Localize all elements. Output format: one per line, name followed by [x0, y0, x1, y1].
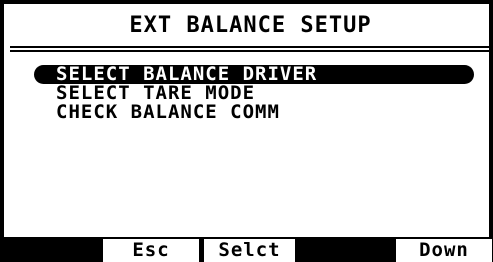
softkey-4[interactable] [300, 239, 391, 262]
screen-title: EXT BALANCE SETUP [129, 13, 372, 38]
menu-item-check-balance-comm[interactable]: CHECK BALANCE COMM [34, 103, 479, 122]
softkey-select[interactable]: Selct [204, 239, 295, 262]
title-divider [10, 46, 491, 52]
softkey-esc[interactable]: Esc [103, 239, 199, 262]
softkey-bar: Esc Selct Down [4, 237, 493, 262]
softkey-down[interactable]: Down [396, 239, 492, 262]
lcd-screen: EXT BALANCE SETUP SELECT BALANCE DRIVER … [0, 0, 493, 262]
menu-list: SELECT BALANCE DRIVER SELECT TARE MODE C… [34, 65, 479, 122]
softkey-1[interactable] [6, 239, 98, 262]
